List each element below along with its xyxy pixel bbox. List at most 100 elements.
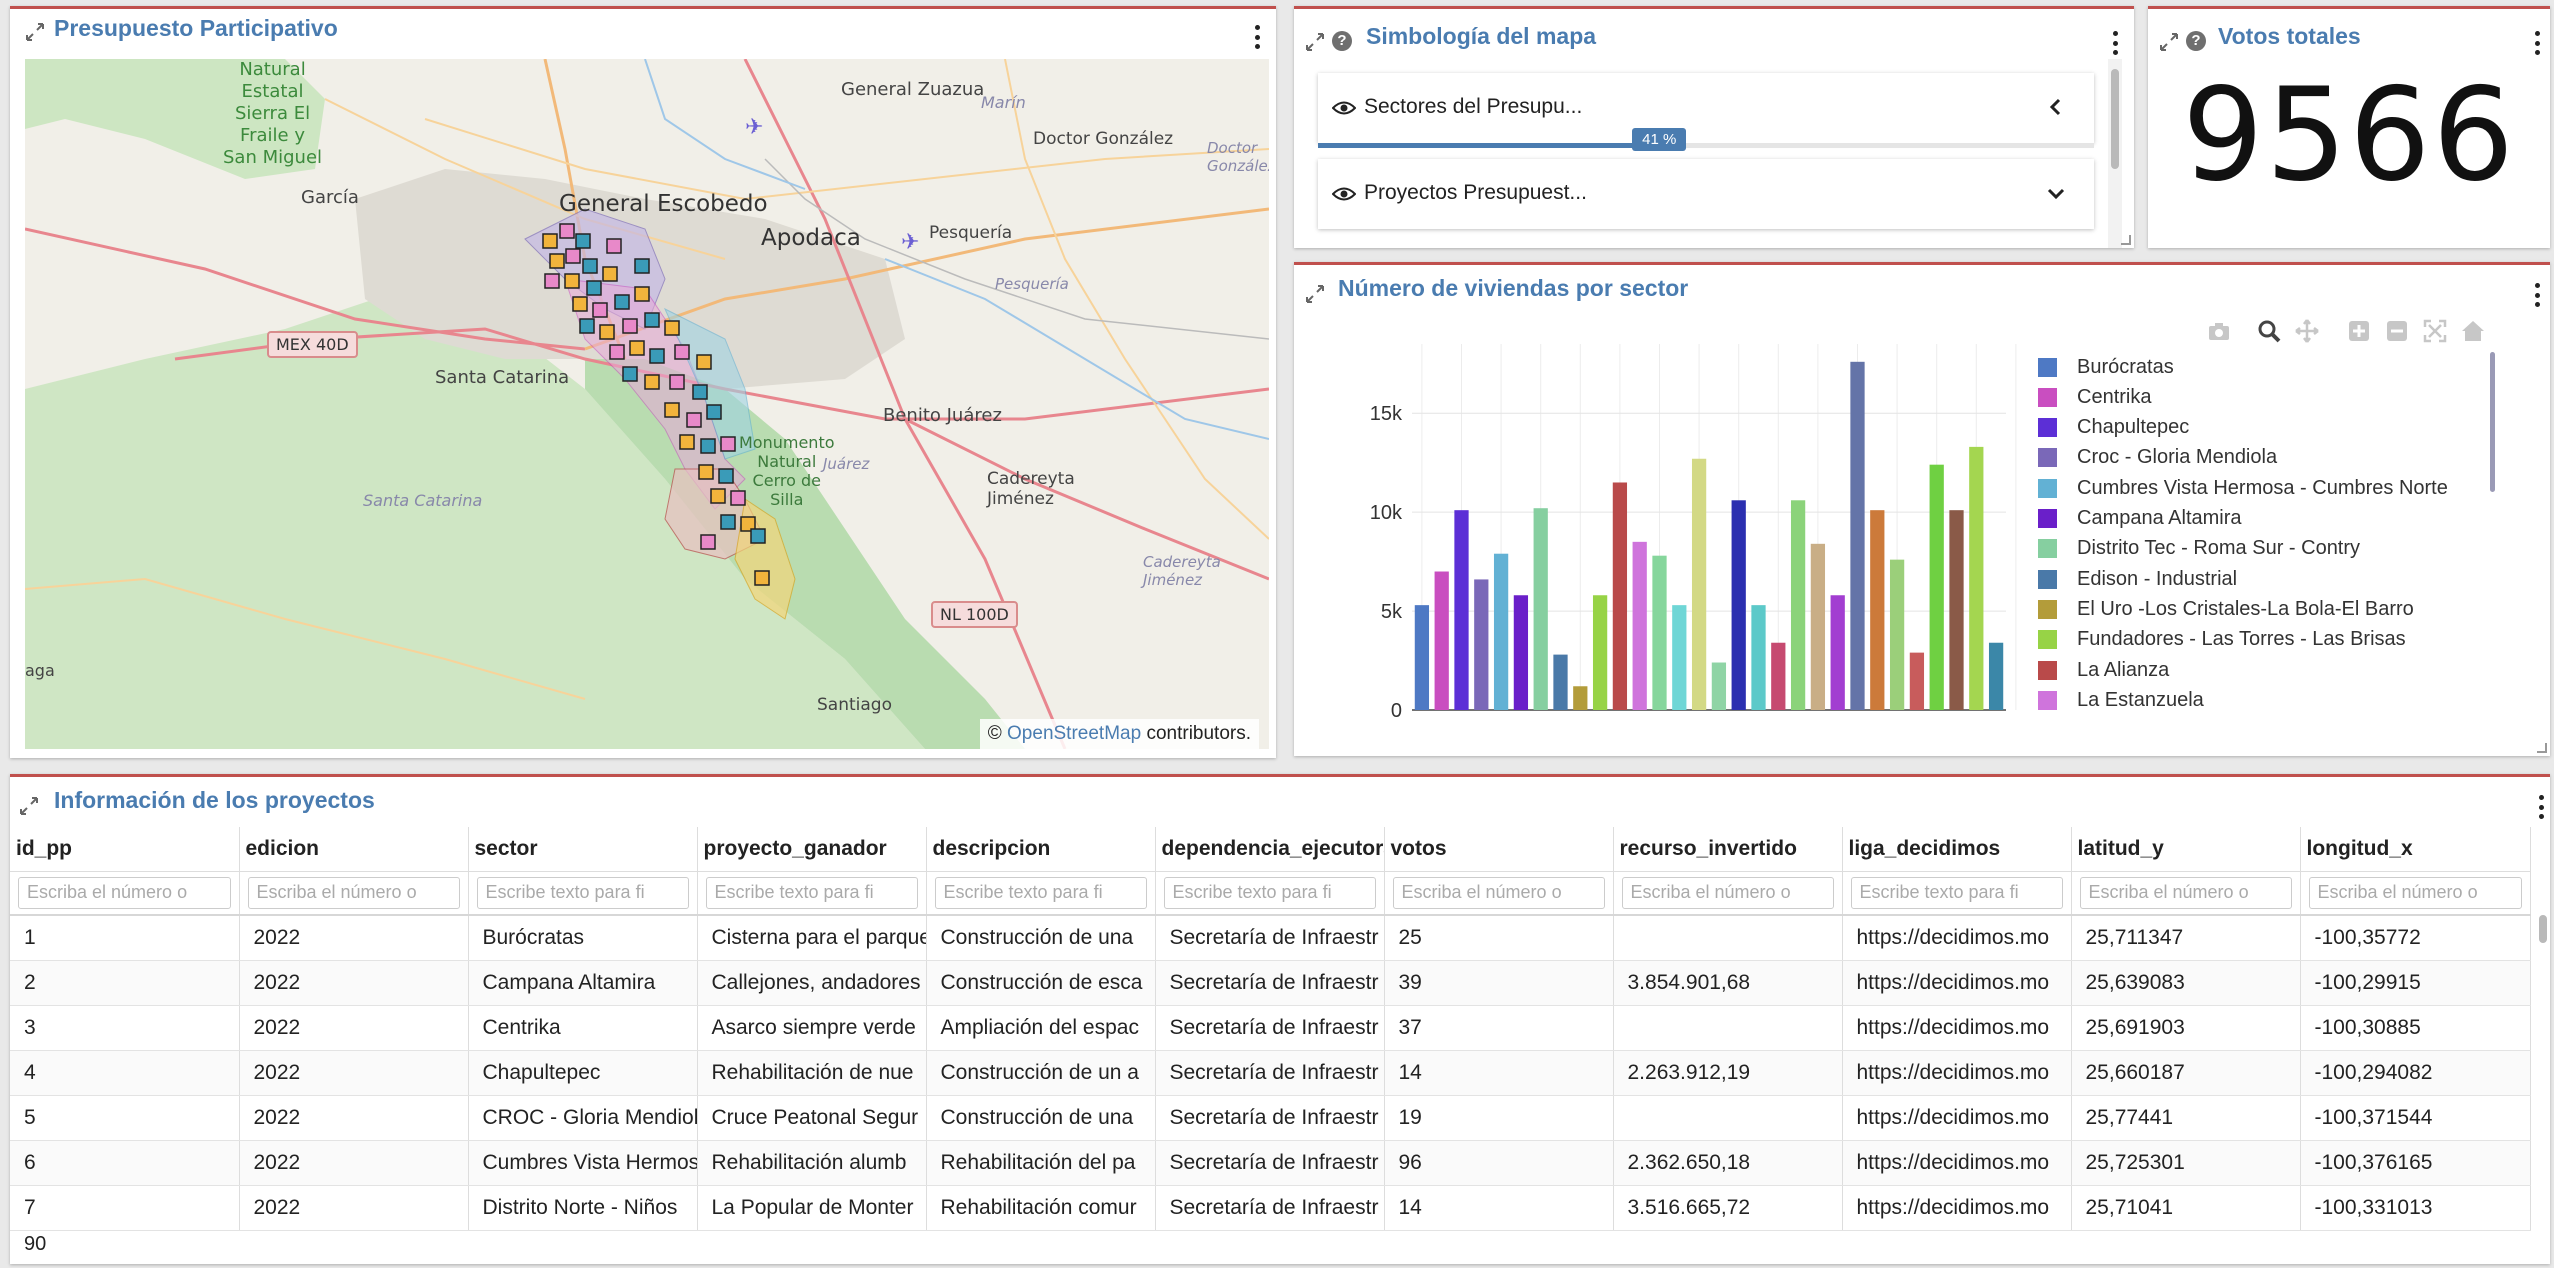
eye-icon[interactable]	[1332, 101, 1356, 115]
column-header-votos[interactable]: votos	[1384, 827, 1614, 872]
bar[interactable]	[1612, 482, 1628, 710]
table-cell-liga-decidimos[interactable]: https://decidimos.mo	[1842, 1050, 2072, 1096]
bar[interactable]	[1731, 500, 1746, 710]
table-cell-liga-decidimos[interactable]: https://decidimos.mo	[1842, 915, 2072, 961]
column-filter-input[interactable]	[1621, 876, 1834, 909]
help-icon[interactable]: ?	[2186, 31, 2206, 51]
table-row[interactable]: 6 2022 Cumbres Vista Hermosa Rehabilitación…	[10, 1140, 2531, 1186]
bar[interactable]	[1513, 595, 1529, 710]
table-scrollbar[interactable]	[2536, 915, 2550, 1225]
scrollbar-thumb[interactable]	[2490, 352, 2495, 492]
bar[interactable]	[1988, 642, 2004, 710]
bar[interactable]	[1771, 642, 1786, 710]
table-row[interactable]: 1 2022 Burócratas Cisterna para el parque Co…	[10, 915, 2531, 961]
votes-panel-menu-icon[interactable]	[2532, 29, 2542, 57]
table-row[interactable]: 5 2022 CROC - Gloria Mendiola Cruce Peatona…	[10, 1095, 2531, 1141]
table-row[interactable]: 4 2022 Chapultepec Rehabilitación de nue Con…	[10, 1050, 2531, 1096]
table-cell-liga-decidimos[interactable]: https://decidimos.mo	[1842, 1005, 2072, 1051]
column-filter-input[interactable]	[18, 876, 231, 909]
legend-entry[interactable]: La Estanzuela	[2038, 685, 2204, 715]
bar[interactable]	[1474, 579, 1489, 710]
bar[interactable]	[1454, 510, 1469, 710]
column-header-descripcion[interactable]: descripcion	[926, 827, 1156, 872]
column-header-liga-decidimos[interactable]: liga_decidimos	[1842, 827, 2072, 872]
column-filter-input[interactable]	[476, 876, 689, 909]
bar[interactable]	[1929, 464, 1944, 710]
legend-entry[interactable]: Burócratas	[2038, 352, 2174, 382]
bar[interactable]	[1870, 510, 1885, 710]
chart-legend-scrollbar[interactable]	[2490, 352, 2496, 492]
column-header-sector[interactable]: sector	[468, 827, 698, 872]
bar[interactable]	[1751, 605, 1766, 710]
bar[interactable]	[1632, 541, 1647, 710]
legend-panel-menu-icon[interactable]	[2110, 29, 2120, 57]
column-header-recurso-invertido[interactable]: recurso_invertido	[1613, 827, 1843, 872]
expand-icon[interactable]	[18, 795, 40, 817]
bar[interactable]	[1711, 662, 1727, 710]
bar[interactable]	[1592, 595, 1608, 710]
map-canvas[interactable]: ✈ ✈ Natural Estatal Sierra El Fraile y S…	[25, 59, 1269, 749]
bar[interactable]	[1414, 605, 1430, 710]
legend-entry[interactable]: Edison - Industrial	[2038, 564, 2237, 594]
legend-entry[interactable]: Croc - Gloria Mendiola	[2038, 443, 2277, 473]
bar[interactable]	[1672, 605, 1687, 710]
column-header-proyecto-ganador[interactable]: proyecto_ganador	[697, 827, 927, 872]
bar[interactable]	[1553, 654, 1568, 710]
eye-icon[interactable]	[1332, 187, 1356, 201]
legend-layer-sectores[interactable]: Sectores del Presupu...	[1318, 73, 2094, 143]
chevron-left-icon[interactable]	[2046, 97, 2066, 117]
column-filter-input[interactable]	[1850, 876, 2063, 909]
legend-entry[interactable]: Distrito Tec - Roma Sur - Contry	[2038, 534, 2360, 564]
bar[interactable]	[1810, 543, 1826, 710]
zoom-out-icon[interactable]	[2384, 318, 2410, 344]
legend-entry[interactable]: Chapultepec	[2038, 413, 2189, 443]
scrollbar-thumb[interactable]	[2539, 915, 2547, 943]
column-header-longitud-x[interactable]: longitud_x	[2300, 827, 2531, 872]
legend-scrollbar[interactable]	[2108, 59, 2122, 248]
camera-icon[interactable]	[2206, 318, 2232, 344]
expand-icon[interactable]	[2158, 31, 2180, 53]
scrollbar-thumb[interactable]	[2111, 69, 2119, 169]
table-cell-liga-decidimos[interactable]: https://decidimos.mo	[1842, 1095, 2072, 1141]
expand-icon[interactable]	[1304, 31, 1326, 53]
chevron-down-icon[interactable]	[2046, 183, 2066, 203]
table-cell-liga-decidimos[interactable]: https://decidimos.mo	[1842, 960, 2072, 1006]
legend-entry[interactable]: El Uro -Los Cristales-La Bola-El Barro	[2038, 594, 2414, 624]
map-panel-menu-icon[interactable]	[1252, 23, 1262, 51]
column-header-dependencia-ejecutora[interactable]: dependencia_ejecutora	[1155, 827, 1385, 872]
expand-icon[interactable]	[1304, 283, 1326, 305]
bar[interactable]	[1493, 553, 1509, 710]
column-header-id-pp[interactable]: id_pp	[10, 827, 240, 872]
bar[interactable]	[1949, 510, 1964, 710]
bar[interactable]	[1909, 652, 1925, 710]
home-icon[interactable]	[2460, 318, 2486, 344]
table-row[interactable]: 7 2022 Distrito Norte - Niños La Popular de…	[10, 1185, 2531, 1231]
column-filter-input[interactable]	[1392, 876, 1605, 909]
column-filter-input[interactable]	[705, 876, 918, 909]
table-cell-liga-decidimos[interactable]: https://decidimos.mo	[1842, 1140, 2072, 1186]
bar[interactable]	[1889, 559, 1905, 710]
chart-panel-menu-icon[interactable]	[2532, 281, 2542, 309]
legend-entry[interactable]: Fundadores - Las Torres - Las Brisas	[2038, 625, 2406, 655]
table-panel-menu-icon[interactable]	[2536, 793, 2546, 821]
bar[interactable]	[1850, 361, 1865, 710]
column-filter-input[interactable]	[247, 876, 460, 909]
bar[interactable]	[1652, 555, 1667, 710]
bar[interactable]	[1790, 500, 1806, 710]
column-filter-input[interactable]	[934, 876, 1147, 909]
column-header-latitud-y[interactable]: latitud_y	[2071, 827, 2301, 872]
help-icon[interactable]: ?	[1332, 31, 1352, 51]
bar[interactable]	[1573, 686, 1588, 710]
legend-entry[interactable]: Centrika	[2038, 382, 2151, 412]
legend-layer-proyectos[interactable]: Proyectos Presupuest...	[1318, 159, 2094, 229]
resize-handle[interactable]	[2121, 235, 2131, 245]
column-filter-input[interactable]	[2079, 876, 2292, 909]
expand-icon[interactable]	[24, 21, 46, 43]
bar[interactable]	[1969, 446, 1984, 710]
legend-entry[interactable]: Cumbres Vista Hermosa - Cumbres Norte	[2038, 473, 2448, 503]
autoscale-icon[interactable]	[2422, 318, 2448, 344]
column-filter-input[interactable]	[2308, 876, 2522, 909]
bar[interactable]	[1434, 571, 1449, 710]
legend-entry[interactable]: Campana Altamira	[2038, 504, 2242, 534]
bar[interactable]	[1691, 458, 1707, 710]
